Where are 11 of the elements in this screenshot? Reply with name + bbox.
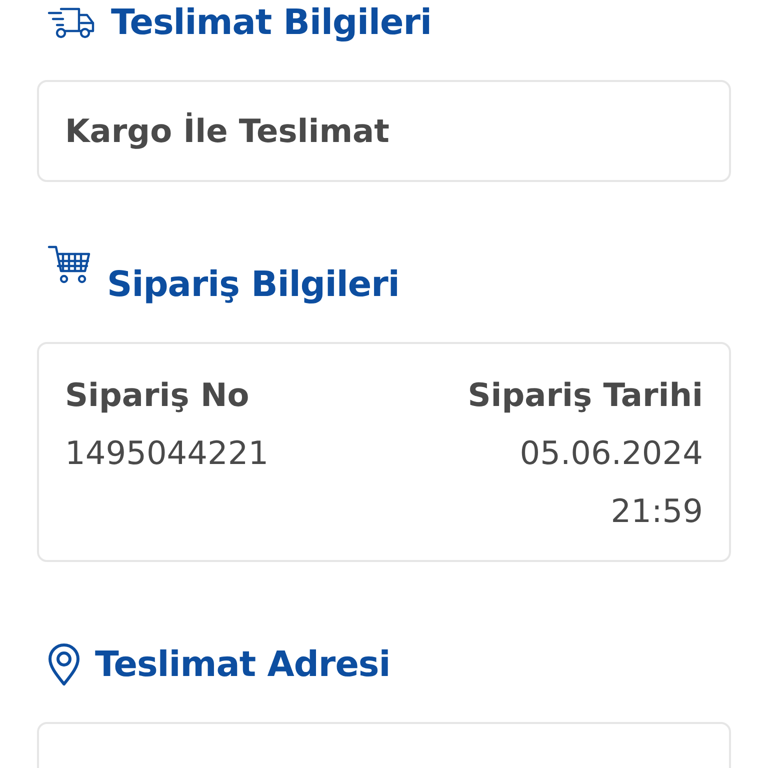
delivery-method: Kargo İle Teslimat <box>65 111 390 152</box>
field-label: Sipariş No <box>65 375 250 416</box>
location-pin-icon <box>47 643 81 687</box>
section-title: Sipariş Bilgileri <box>107 265 400 305</box>
section-title: Teslimat Bilgileri <box>111 3 432 43</box>
section-title: Teslimat Adresi <box>95 645 390 685</box>
field-value: 21:59 <box>610 491 703 532</box>
field-value: 05.06.2024 <box>520 433 703 474</box>
field-label: Sipariş Tarihi <box>468 375 703 416</box>
field-value: 1495044221 <box>65 433 269 474</box>
truck-icon <box>47 5 97 41</box>
